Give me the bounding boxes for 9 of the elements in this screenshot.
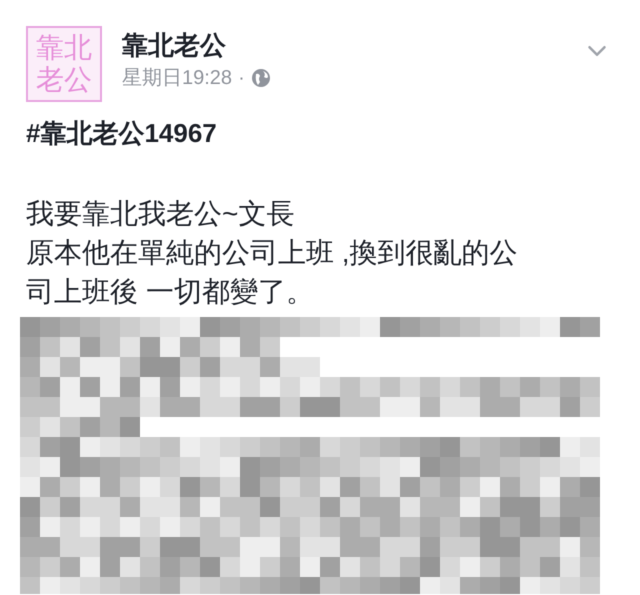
post-text: 我要靠北我老公~文長 bbox=[26, 197, 296, 231]
avatar-text: 老公 bbox=[36, 64, 92, 96]
author-name[interactable]: 靠北老公 bbox=[122, 28, 271, 62]
post-text: 司上班後 一切都變了。 bbox=[26, 275, 315, 309]
separator-dot: · bbox=[238, 66, 245, 91]
avatar-text: 靠北 bbox=[36, 32, 92, 64]
globe-icon bbox=[250, 68, 271, 88]
hashtag[interactable]: #靠北老公14967 bbox=[0, 116, 640, 150]
post-text: 原本他在單純的公司上班 ,換到很亂的公 bbox=[26, 236, 519, 270]
